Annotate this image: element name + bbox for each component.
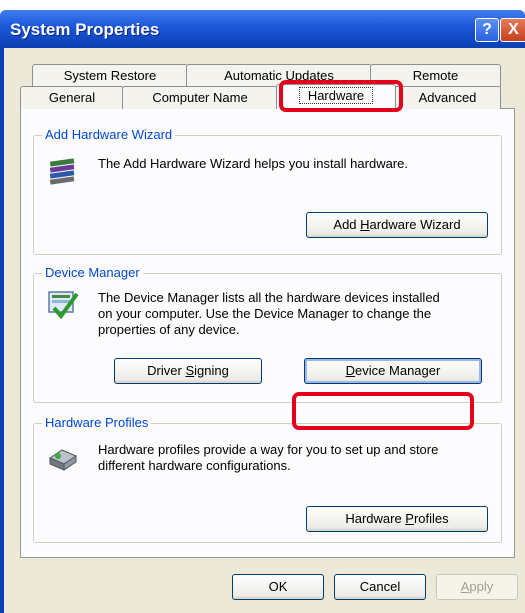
- button-label-part: pply: [469, 579, 494, 594]
- add-hardware-wizard-icon: [49, 158, 75, 185]
- button-label-part: rofiles: [413, 511, 449, 526]
- close-button[interactable]: X: [500, 18, 525, 42]
- button-label: Cancel: [359, 579, 401, 594]
- button-label-part: Hardware: [345, 511, 406, 526]
- group-title: Hardware Profiles: [42, 415, 152, 430]
- button-accelerator: H: [360, 217, 370, 232]
- apply-button[interactable]: Apply: [436, 574, 518, 600]
- group-title: Add Hardware Wizard: [42, 127, 176, 142]
- group-title: Device Manager: [42, 265, 143, 280]
- driver-signing-button[interactable]: Driver Signing: [114, 358, 262, 384]
- add-hardware-group: Add Hardware Wizard The Add Hardware Wiz…: [33, 127, 502, 255]
- cancel-button[interactable]: Cancel: [334, 574, 426, 600]
- hardware-profiles-icon: [48, 449, 78, 471]
- tab-label: General: [48, 90, 96, 105]
- hardware-tab-highlight: [279, 80, 403, 112]
- tab-general[interactable]: General: [20, 86, 124, 109]
- device-manager-group: Device Manager The Device Manager lists …: [33, 265, 502, 403]
- tab-advanced[interactable]: Advanced: [394, 86, 501, 109]
- description-line: Hardware profiles provide a way for you …: [98, 442, 439, 457]
- description-line: The Device Manager lists all the hardwar…: [98, 290, 440, 305]
- help-icon: ?: [482, 21, 492, 38]
- button-accelerator: S: [185, 363, 195, 378]
- device-manager-icon: [48, 291, 79, 320]
- button-accelerator: D: [345, 363, 356, 378]
- tab-label: Computer Name: [152, 90, 248, 105]
- description-line: on your computer. Use the Device Manager…: [98, 306, 432, 321]
- add-hardware-description: The Add Hardware Wizard helps you instal…: [98, 156, 408, 171]
- help-button[interactable]: ?: [475, 18, 499, 42]
- close-icon: X: [508, 21, 519, 38]
- hardware-profiles-group: Hardware Profiles Hardware profiles prov…: [33, 415, 502, 543]
- hardware-tab-panel: Add Hardware Wizard The Add Hardware Wiz…: [20, 108, 515, 558]
- button-label: OK: [268, 579, 288, 594]
- dialog-client-area: System Restore Automatic Updates Remote …: [4, 48, 525, 613]
- description-line: properties of any device.: [98, 322, 240, 337]
- window-title: System Properties: [10, 20, 160, 39]
- button-label-part: Add: [333, 217, 361, 232]
- description-line: different hardware configurations.: [98, 458, 291, 473]
- system-properties-window: System Properties ? X System Restore Aut…: [0, 10, 525, 613]
- tab-label: System Restore: [63, 68, 157, 83]
- button-label-part: igning: [194, 363, 229, 378]
- hardware-profiles-button[interactable]: Hardware Profiles: [306, 506, 488, 532]
- title-bar[interactable]: System Properties ? X: [0, 10, 525, 48]
- tab-label: Advanced: [418, 90, 477, 105]
- button-label-part: Driver: [147, 363, 186, 378]
- button-accelerator: P: [405, 511, 414, 526]
- ok-button[interactable]: OK: [232, 574, 324, 600]
- tab-system-restore[interactable]: System Restore: [32, 64, 188, 87]
- hardware-profiles-description: Hardware profiles provide a way for you …: [98, 442, 438, 474]
- device-manager-description: The Device Manager lists all the hardwar…: [98, 290, 440, 338]
- button-label-part: evice Manager: [355, 363, 441, 378]
- device-manager-button[interactable]: Device Manager: [304, 358, 482, 384]
- device-manager-highlight: [292, 392, 474, 430]
- add-hardware-wizard-button[interactable]: Add Hardware Wizard: [306, 212, 488, 238]
- tab-label: Remote: [412, 68, 459, 83]
- tab-computer-name[interactable]: Computer Name: [122, 86, 278, 109]
- button-label-part: ardware Wizard: [369, 217, 461, 232]
